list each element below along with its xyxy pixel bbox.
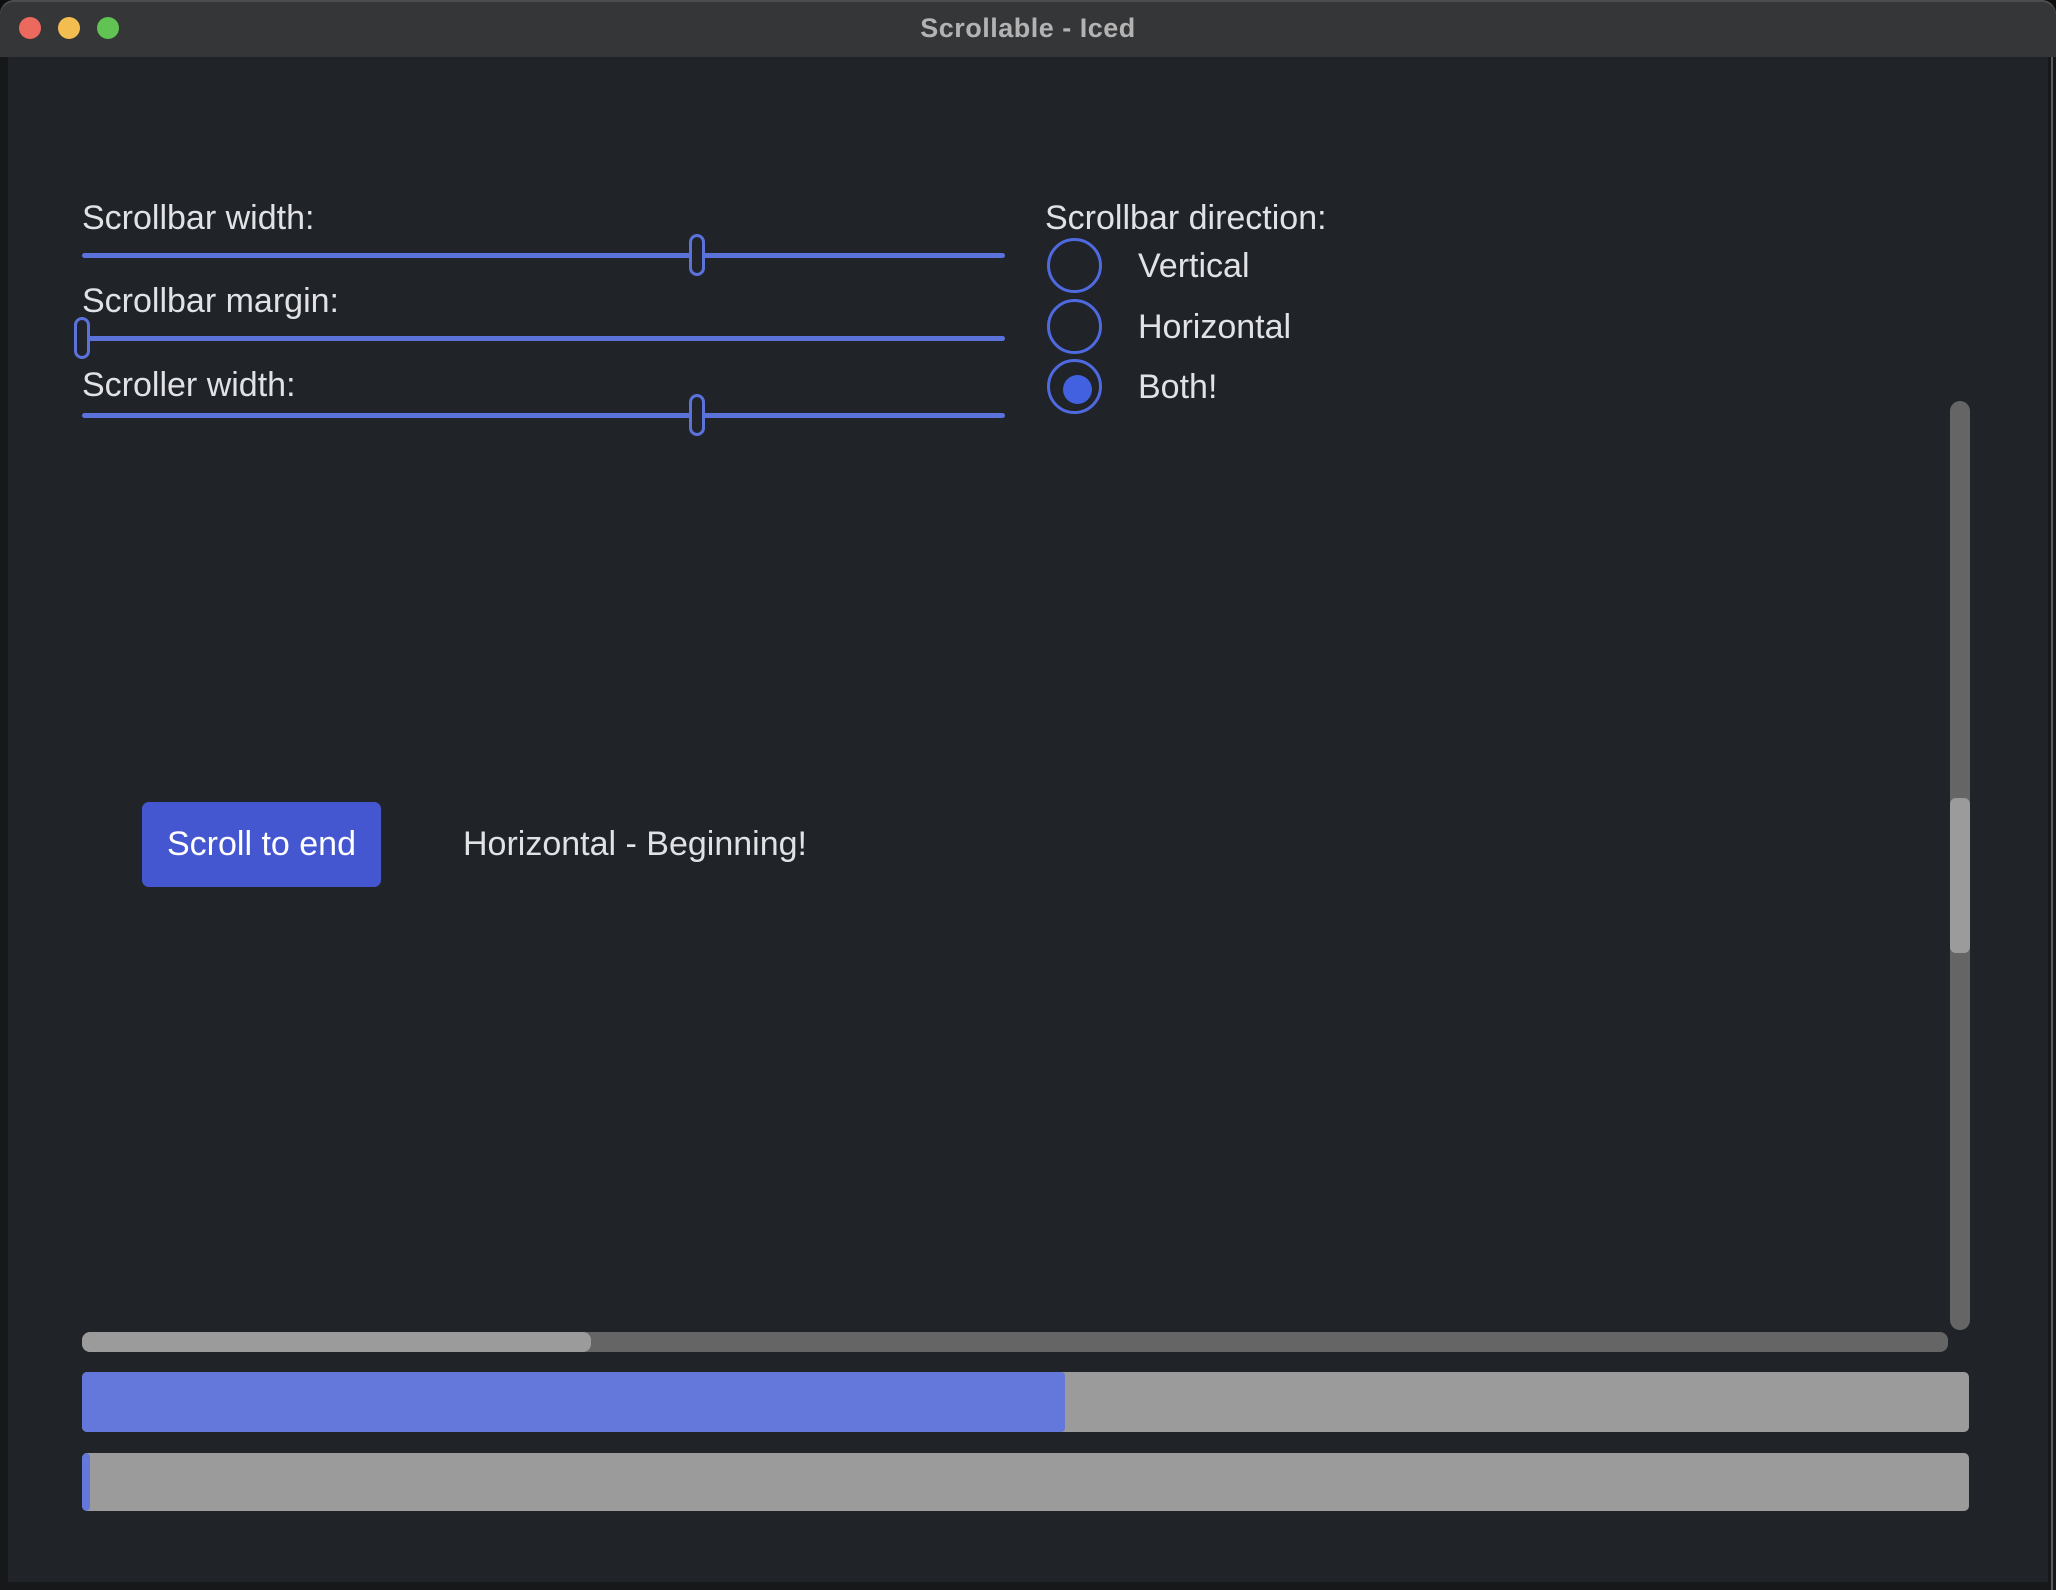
scrollbar-width-label: Scrollbar width: bbox=[82, 196, 314, 240]
window-title: Scrollable - Iced bbox=[0, 0, 2056, 57]
radio-dot-icon bbox=[1063, 375, 1092, 404]
horizontal-scrollbar-thumb[interactable] bbox=[82, 1332, 591, 1352]
radio-vertical-label: Vertical bbox=[1138, 244, 1250, 288]
radio-circle-icon[interactable] bbox=[1047, 359, 1102, 414]
scroller-width-slider-handle[interactable] bbox=[689, 394, 705, 436]
screenshot-stage: Scrollable - Iced Scrollbar width: Scrol… bbox=[0, 0, 2056, 1590]
radio-horizontal-label: Horizontal bbox=[1138, 305, 1291, 349]
scroller-width-slider[interactable] bbox=[82, 413, 1005, 418]
vertical-scrollbar-thumb[interactable] bbox=[1950, 798, 1970, 953]
scroller-width-label: Scroller width: bbox=[82, 363, 296, 407]
scrollbar-width-slider[interactable] bbox=[82, 253, 1005, 258]
scrollbar-direction-label: Scrollbar direction: bbox=[1045, 196, 1327, 240]
radio-circle-icon[interactable] bbox=[1047, 299, 1102, 354]
app-window: Scrollable - Iced Scrollbar width: Scrol… bbox=[0, 0, 2056, 1590]
scroll-status-text: Horizontal - Beginning! bbox=[463, 822, 807, 866]
title-bar[interactable]: Scrollable - Iced bbox=[0, 0, 2056, 57]
window-right-edge bbox=[2051, 57, 2053, 1590]
scrollbar-width-slider-handle[interactable] bbox=[689, 234, 705, 276]
radio-circle-icon[interactable] bbox=[1047, 238, 1102, 293]
horizontal-scrollbar-track[interactable] bbox=[82, 1332, 1948, 1352]
scroll-to-end-button[interactable]: Scroll to end bbox=[142, 802, 381, 887]
scrollbar-margin-slider-handle[interactable] bbox=[74, 317, 90, 359]
progress-fill bbox=[82, 1372, 1065, 1432]
horizontal-offset-progress-bar bbox=[82, 1453, 1969, 1511]
window-content: Scrollbar width: Scrollbar margin: Scrol… bbox=[8, 57, 2048, 1582]
scrollbar-margin-slider[interactable] bbox=[82, 336, 1005, 341]
vertical-offset-progress-bar bbox=[82, 1372, 1969, 1432]
vertical-scrollbar-track[interactable] bbox=[1950, 401, 1970, 1330]
radio-both-label: Both! bbox=[1138, 365, 1217, 409]
progress-fill bbox=[82, 1453, 90, 1511]
scrollbar-margin-label: Scrollbar margin: bbox=[82, 279, 339, 323]
